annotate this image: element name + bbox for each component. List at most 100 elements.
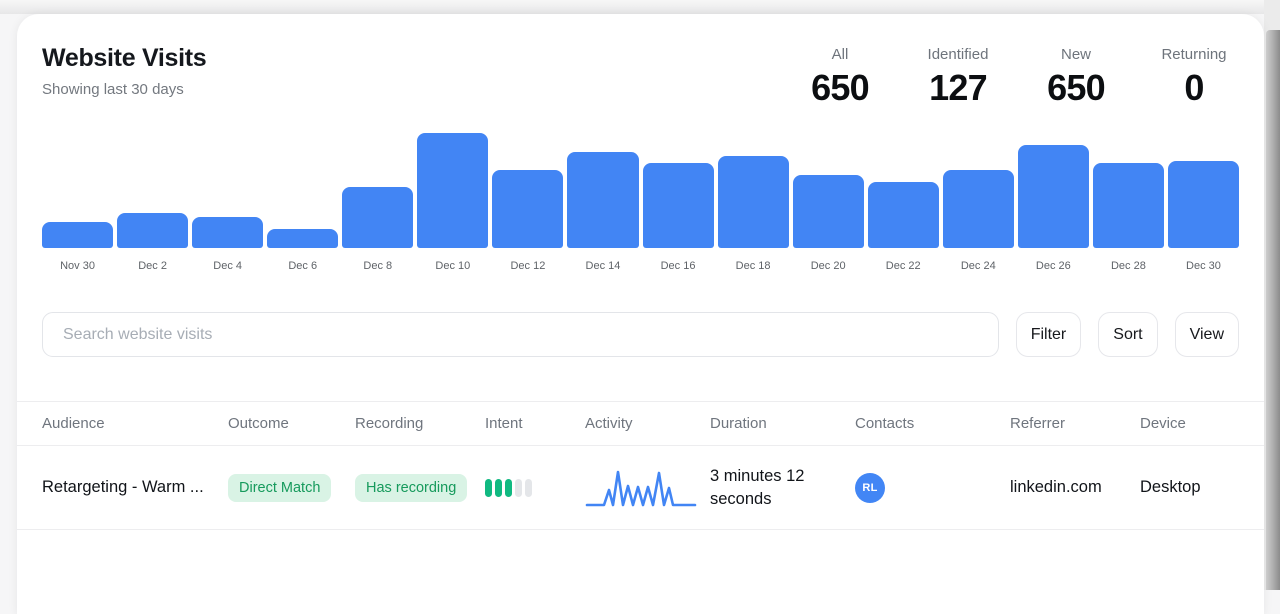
bar-column bbox=[792, 133, 864, 248]
visits-bar[interactable] bbox=[42, 222, 114, 248]
bar-date-label: Dec 30 bbox=[1186, 260, 1221, 272]
intent-pill bbox=[525, 478, 532, 497]
visits-bar[interactable] bbox=[342, 187, 414, 248]
bar-date-label: Dec 24 bbox=[960, 260, 996, 272]
visits-bar[interactable] bbox=[492, 170, 564, 248]
visits-bar[interactable] bbox=[1017, 145, 1089, 248]
bar-column bbox=[1167, 133, 1239, 248]
intent-pill bbox=[505, 478, 512, 497]
scrollbar-thumb[interactable] bbox=[1266, 30, 1280, 590]
stat-label: New bbox=[1060, 46, 1091, 63]
intent-pill bbox=[495, 478, 502, 497]
visits-bar[interactable] bbox=[267, 229, 339, 248]
column-header-referrer: Referrer bbox=[1010, 415, 1066, 432]
visits-bar[interactable] bbox=[1167, 161, 1239, 248]
column-header-recording: Recording bbox=[355, 415, 424, 432]
table-row[interactable]: Retargeting - Warm ... Direct Match Has … bbox=[17, 446, 1264, 530]
visits-bar[interactable] bbox=[642, 163, 714, 248]
bar-column bbox=[342, 133, 414, 248]
bar-column bbox=[492, 133, 564, 248]
bar-date-label: Dec 4 bbox=[213, 260, 243, 272]
page-subtitle: Showing last 30 days bbox=[42, 81, 184, 98]
activity-cell bbox=[585, 465, 710, 511]
website-visits-card: Website Visits Showing last 30 days All … bbox=[17, 14, 1264, 614]
referrer-cell: linkedin.com bbox=[1010, 478, 1102, 496]
bar-date-label: Dec 22 bbox=[885, 260, 921, 272]
visits-bar[interactable] bbox=[417, 133, 489, 248]
intent-meter bbox=[485, 478, 585, 497]
stat-label: Returning bbox=[1161, 46, 1227, 63]
recording-badge: Has recording bbox=[355, 473, 468, 502]
bar-date-label: Dec 26 bbox=[1035, 260, 1071, 272]
column-header-audience: Audience bbox=[42, 415, 105, 432]
stats-row: All 650 Identified 127 New 650 Returning… bbox=[803, 44, 1239, 109]
visits-bar[interactable] bbox=[117, 213, 189, 248]
visits-bar[interactable] bbox=[942, 170, 1014, 248]
bar-column bbox=[192, 133, 264, 248]
contact-avatar[interactable]: RL bbox=[855, 472, 885, 503]
bar-column bbox=[417, 133, 489, 248]
bar-column bbox=[867, 133, 939, 248]
stat-value: 650 bbox=[811, 67, 869, 108]
bar-date-label: Dec 18 bbox=[735, 260, 771, 272]
bar-date-label: Dec 8 bbox=[363, 260, 393, 272]
bar-date-label: Dec 28 bbox=[1110, 260, 1146, 272]
visits-bar[interactable] bbox=[717, 156, 789, 248]
visits-table: Audience Outcome Recording Intent Activi… bbox=[17, 401, 1264, 530]
bar-column bbox=[642, 133, 714, 248]
column-header-device: Device bbox=[1140, 415, 1186, 432]
bar-column bbox=[1092, 133, 1164, 248]
bar-column bbox=[267, 133, 339, 248]
card-header: Website Visits Showing last 30 days All … bbox=[42, 14, 1239, 109]
sort-button[interactable]: Sort bbox=[1098, 312, 1158, 357]
stat-identified[interactable]: Identified 127 bbox=[921, 46, 995, 109]
visits-bar-chart bbox=[42, 133, 1239, 248]
intent-pill bbox=[485, 478, 492, 497]
recording-cell: Has recording bbox=[355, 473, 485, 502]
stat-new[interactable]: New 650 bbox=[1039, 46, 1113, 109]
toolbar: Filter Sort View bbox=[42, 312, 1239, 357]
bar-date-label: Dec 14 bbox=[585, 260, 621, 272]
stat-label: Identified bbox=[927, 46, 989, 63]
stat-returning[interactable]: Returning 0 bbox=[1157, 46, 1231, 109]
device-cell: Desktop bbox=[1140, 478, 1201, 496]
bar-column bbox=[717, 133, 789, 248]
table-header-row: Audience Outcome Recording Intent Activi… bbox=[17, 401, 1264, 446]
visits-bar[interactable] bbox=[792, 175, 864, 248]
column-header-intent: Intent bbox=[485, 415, 523, 432]
bar-date-label: Dec 10 bbox=[435, 260, 471, 272]
bar-date-label: Nov 30 bbox=[60, 260, 95, 272]
page-title: Website Visits bbox=[42, 44, 207, 72]
bar-date-label: Dec 6 bbox=[288, 260, 318, 272]
stat-all[interactable]: All 650 bbox=[803, 46, 877, 109]
filter-button[interactable]: Filter bbox=[1015, 312, 1082, 357]
stat-value: 650 bbox=[1047, 67, 1105, 108]
activity-sparkline-icon bbox=[585, 470, 697, 506]
visits-bar[interactable] bbox=[567, 152, 639, 248]
column-header-activity: Activity bbox=[585, 415, 633, 432]
bar-column bbox=[942, 133, 1014, 248]
intent-cell bbox=[485, 478, 585, 497]
search-input[interactable] bbox=[42, 312, 999, 357]
view-button[interactable]: View bbox=[1174, 312, 1239, 357]
bar-chart-x-axis: Nov 30 Dec 2 Dec 4 Dec 6 Dec 8 Dec 10 Dec 12 De… bbox=[42, 260, 1239, 272]
bar-date-label: Dec 2 bbox=[138, 260, 167, 272]
bar-date-label: Dec 16 bbox=[660, 260, 696, 272]
stat-label: All bbox=[831, 46, 849, 63]
visits-bar[interactable] bbox=[192, 217, 264, 248]
column-header-contacts: Contacts bbox=[855, 415, 915, 432]
column-header-outcome: Outcome bbox=[228, 415, 289, 432]
stat-value: 127 bbox=[929, 67, 987, 108]
bar-column bbox=[567, 133, 639, 248]
bar-date-label: Dec 20 bbox=[810, 260, 846, 272]
page-top-strip bbox=[0, 0, 1280, 14]
visits-bar[interactable] bbox=[1092, 163, 1164, 248]
visits-bar[interactable] bbox=[867, 182, 939, 248]
bar-column bbox=[1017, 133, 1089, 248]
contacts-cell: RL bbox=[855, 472, 1010, 503]
bar-column bbox=[42, 133, 114, 248]
column-header-duration: Duration bbox=[710, 415, 767, 432]
audience-cell: Retargeting - Warm ... bbox=[42, 478, 204, 496]
outcome-cell: Direct Match bbox=[228, 473, 355, 502]
stat-value: 0 bbox=[1184, 67, 1204, 108]
